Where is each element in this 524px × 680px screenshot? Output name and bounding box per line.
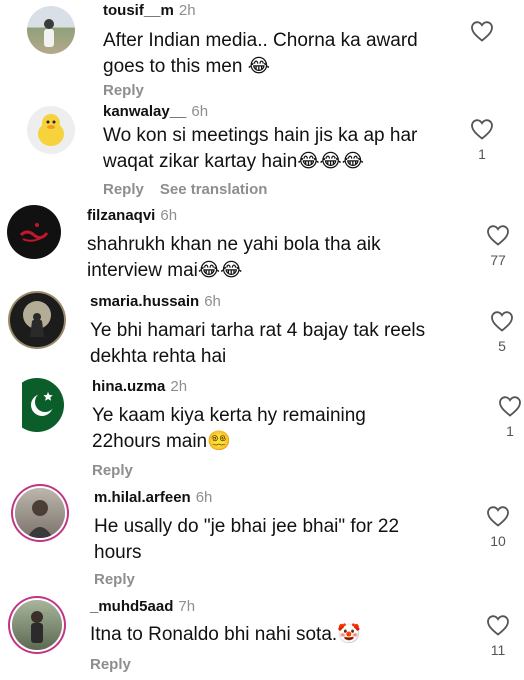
comment-text: Itna to Ronaldo bhi nahi sota.🤡 [90,624,361,645]
like-button[interactable]: 11 [478,614,518,658]
heart-icon [471,21,493,42]
like-button[interactable]: 1 [462,118,502,162]
reply-button[interactable]: Reply [94,571,135,588]
see-translation-button[interactable]: See translation [160,181,268,198]
like-button[interactable]: 1 [490,395,524,439]
avatar[interactable] [10,293,64,347]
avatar[interactable] [15,488,65,538]
comment-username[interactable]: hina.uzma [92,378,165,395]
comment-timestamp: 6h [204,293,221,310]
comment-username[interactable]: kanwalay__ [103,103,186,120]
like-count: 11 [490,642,506,658]
like-count: 5 [498,338,506,354]
heart-icon [487,506,509,527]
avatar[interactable] [27,106,75,154]
comment-username[interactable]: filzanaqvi [87,207,155,224]
comment-text: Ye bhi hamari tarha rat 4 bajay tak reel… [90,320,426,367]
reply-button[interactable]: Reply [103,181,144,198]
heart-icon [491,311,513,332]
like-button[interactable]: 10 [478,505,518,549]
avatar[interactable] [10,378,64,432]
comment-text: After Indian media.. Chorna ka award goe… [103,30,418,77]
comment-timestamp: 2h [178,2,196,19]
comment-username[interactable]: _muhd5aad [90,598,173,615]
like-count: 10 [490,533,506,549]
comment-timestamp: 6h [160,207,178,224]
comment-timestamp: 6h [191,103,209,120]
comment-username[interactable]: smaria.hussain [90,293,199,310]
reply-button[interactable]: Reply [92,462,133,479]
like-count: 1 [478,146,486,162]
comment-text: shahrukh khan ne yahi bola tha aik inter… [87,234,381,281]
heart-icon [471,119,493,140]
comment-text: Wo kon si meetings hain jis ka ap har wa… [103,125,418,172]
comment-text: He usally do "je bhai jee bhai" for 22 h… [94,516,400,563]
comment-username[interactable]: m.hilal.arfeen [94,489,191,506]
comment-timestamp: 6h [195,489,213,506]
comment-timestamp: 2h [170,378,188,395]
reply-button[interactable]: Reply [103,82,144,99]
avatar[interactable] [12,600,62,650]
avatar[interactable] [7,205,61,259]
heart-icon [487,615,509,636]
like-button[interactable]: 77 [478,224,518,268]
comment-text: Ye kaam kiya kerta hy remaining 22hours … [92,405,366,452]
heart-icon [499,396,521,417]
heart-icon [487,225,509,246]
like-button[interactable] [462,20,502,42]
avatar[interactable] [27,6,75,54]
like-button[interactable]: 5 [482,310,522,354]
like-count: 1 [506,423,514,439]
comment-username[interactable]: tousif__m [103,2,174,19]
comment-timestamp: 7h [178,598,196,615]
reply-button[interactable]: Reply [90,656,131,673]
like-count: 77 [490,252,506,268]
